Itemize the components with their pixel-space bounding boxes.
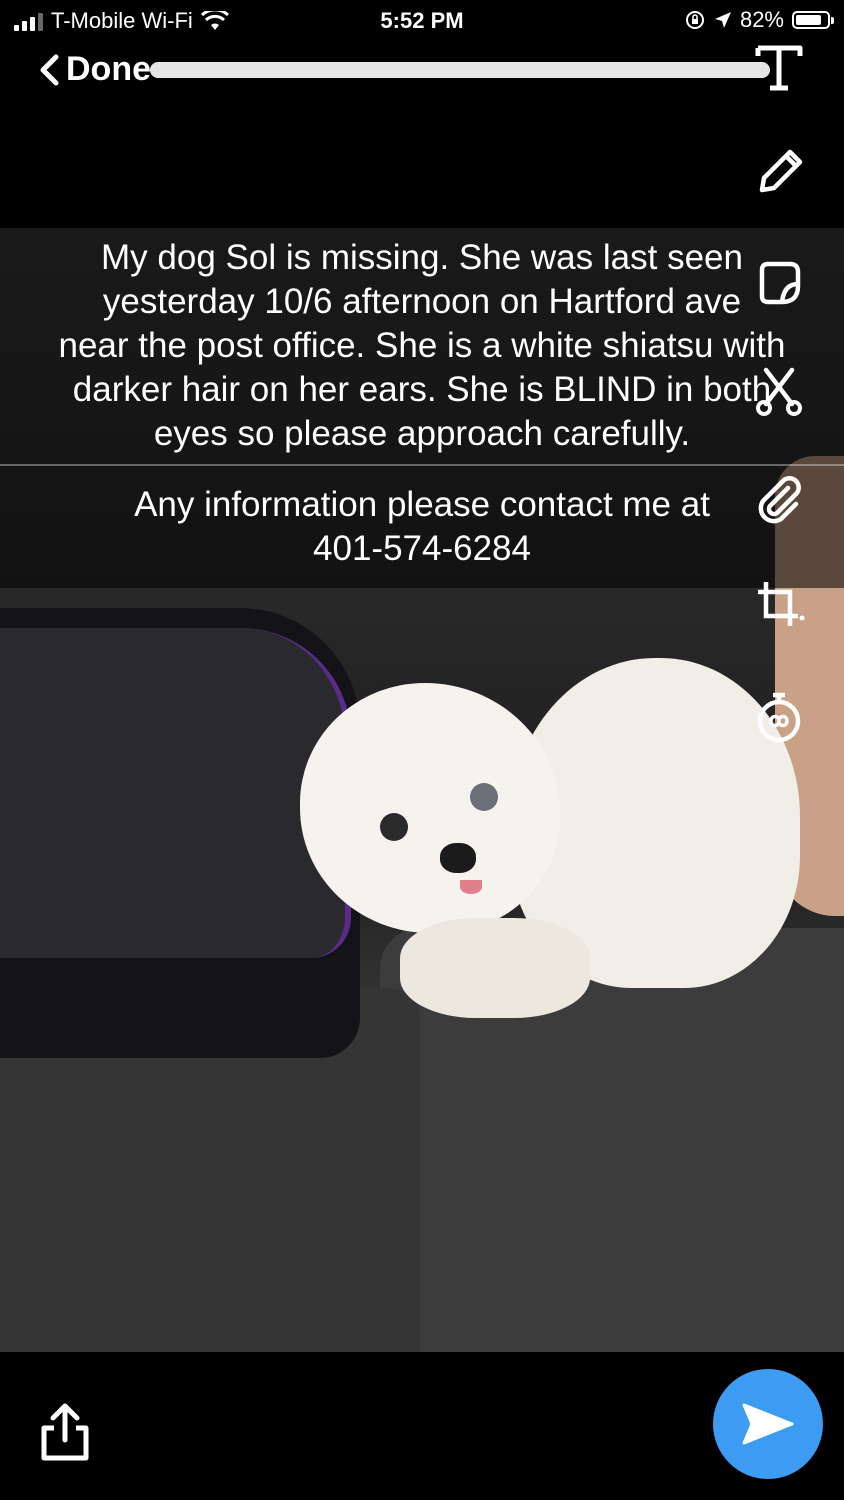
text-tool-button[interactable] bbox=[748, 36, 810, 98]
battery-icon bbox=[792, 11, 834, 29]
status-bar: T-Mobile Wi-Fi 5:52 PM 82% bbox=[0, 0, 844, 42]
color-slider[interactable] bbox=[150, 62, 770, 78]
sticker-tool-button[interactable] bbox=[748, 252, 810, 314]
caption-contact-text: Any information please contact me at 401… bbox=[134, 485, 710, 568]
timer-tool-button[interactable] bbox=[748, 686, 810, 748]
photo-dog-eye bbox=[380, 813, 408, 841]
attach-tool-button[interactable] bbox=[748, 468, 810, 530]
pencil-icon bbox=[759, 149, 803, 193]
send-arrow-icon bbox=[742, 1403, 794, 1445]
orientation-lock-icon bbox=[685, 11, 704, 29]
location-arrow-icon bbox=[714, 12, 731, 28]
photo-car-seat-pad bbox=[0, 628, 351, 958]
caption-box-contact[interactable]: Any information please contact me at 401… bbox=[0, 466, 844, 588]
caption-box[interactable]: My dog Sol is missing. She was last seen… bbox=[0, 228, 844, 466]
scissors-tool-button[interactable] bbox=[748, 360, 810, 422]
timer-icon bbox=[757, 692, 801, 743]
photo-dog-paw bbox=[400, 918, 590, 1018]
photo-dog-eye bbox=[470, 783, 498, 811]
chevron-left-icon bbox=[40, 54, 59, 85]
text-t-icon bbox=[755, 45, 803, 91]
paperclip-icon bbox=[758, 476, 801, 524]
done-button[interactable]: Done bbox=[38, 50, 151, 89]
crop-icon bbox=[758, 582, 805, 626]
draw-tool-button[interactable] bbox=[748, 142, 810, 204]
done-label: Done bbox=[66, 50, 151, 88]
sticker-icon bbox=[759, 261, 801, 305]
caption-text: My dog Sol is missing. She was last seen… bbox=[58, 238, 786, 453]
crop-tool-button[interactable] bbox=[748, 574, 810, 636]
photo-dog-tongue bbox=[460, 880, 482, 894]
scissors-icon bbox=[756, 367, 802, 416]
battery-percent: 82% bbox=[739, 7, 784, 32]
status-right: 82% bbox=[684, 7, 834, 33]
photo-dog-nose bbox=[440, 843, 476, 873]
photo-dog-head bbox=[300, 683, 560, 933]
send-button[interactable] bbox=[713, 1369, 823, 1479]
share-icon[interactable] bbox=[36, 1402, 94, 1464]
